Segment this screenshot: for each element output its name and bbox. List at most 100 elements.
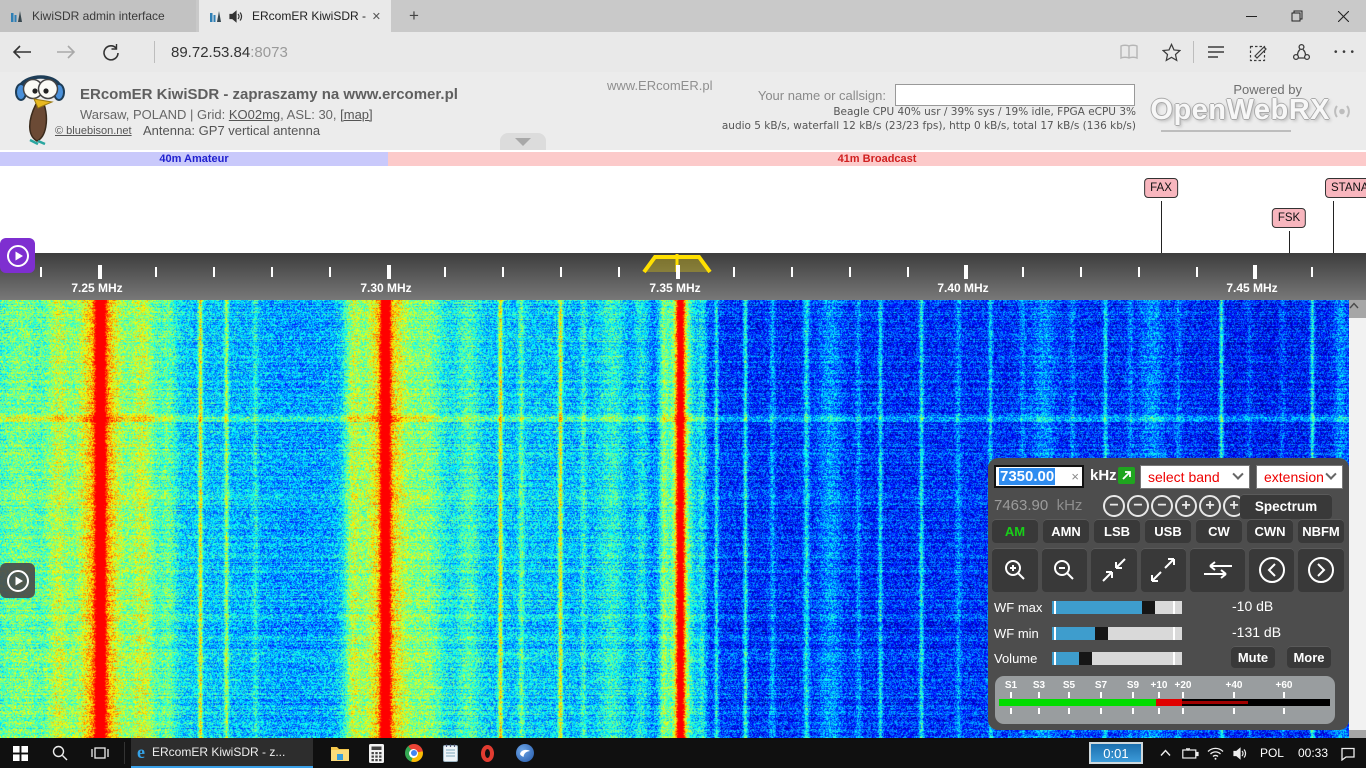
address-bar[interactable]: 89.72.53.84:8073 <box>171 44 288 61</box>
smeter-tick <box>1068 708 1070 714</box>
location-text: Warsaw, POLAND | Grid: <box>80 107 229 122</box>
audio-start-button[interactable] <box>0 238 35 273</box>
zoom-in-button[interactable] <box>992 548 1038 592</box>
favorites-star-icon[interactable] <box>1150 32 1193 72</box>
share-icon[interactable] <box>1280 32 1323 72</box>
back-icon[interactable] <box>0 32 44 72</box>
web-note-icon[interactable] <box>1237 32 1280 72</box>
scrollbar-thumb[interactable] <box>1349 318 1366 730</box>
zoom-out-button[interactable] <box>1042 548 1088 592</box>
window-minimize-button[interactable] <box>1228 0 1274 32</box>
antenna-line: Antenna: GP7 vertical antenna <box>143 123 320 138</box>
zoom-plus-icon[interactable]: + <box>1175 495 1197 517</box>
frequency-input[interactable]: 7350.00 × <box>994 465 1084 488</box>
task-label: ERcomER KiwiSDR - z... <box>152 745 285 759</box>
tab-ercomer-kiwisdr[interactable]: ERcomER KiwiSDR - ✕ <box>199 0 391 32</box>
openwebrx-logo: OpenWebRX <box>1150 94 1352 127</box>
scroll-up-icon[interactable] <box>1349 302 1366 316</box>
hub-icon[interactable] <box>1194 32 1237 72</box>
band-40m-amateur[interactable]: 40m Amateur <box>0 152 388 166</box>
frequency-tick <box>791 267 793 277</box>
callsign-input[interactable] <box>895 84 1135 106</box>
page-right-button[interactable] <box>1298 548 1344 592</box>
zoom-minus-icon[interactable]: − <box>1151 495 1173 517</box>
select-band-dropdown[interactable]: select band <box>1140 465 1250 489</box>
tab-close-icon[interactable]: ✕ <box>372 10 381 23</box>
volume-icon[interactable] <box>1228 738 1253 768</box>
wf-max-slider[interactable] <box>1052 601 1182 614</box>
mode-button-lsb[interactable]: LSB <box>1094 519 1140 543</box>
page-scrollbar[interactable] <box>1349 300 1366 738</box>
clear-frequency-icon[interactable]: × <box>1071 469 1079 484</box>
window-close-button[interactable] <box>1320 0 1366 32</box>
mute-button[interactable]: Mute <box>1231 646 1275 668</box>
notepad-icon[interactable] <box>432 738 469 768</box>
thunderbird-icon[interactable] <box>506 738 543 768</box>
grid-link[interactable]: KO02mg <box>229 107 280 122</box>
calculator-icon[interactable] <box>358 738 395 768</box>
mode-button-amn[interactable]: AMN <box>1043 519 1089 543</box>
smeter-scale-label: +10 <box>1151 680 1168 691</box>
window-restore-button[interactable] <box>1274 0 1320 32</box>
smeter-tick <box>1283 708 1285 714</box>
task-view-icon[interactable] <box>80 738 120 768</box>
recording-timer[interactable]: 0:01 <box>1089 742 1143 764</box>
band-marker[interactable]: FAX <box>1144 178 1178 198</box>
frequency-tick <box>560 267 562 277</box>
map-link[interactable]: [map] <box>340 107 373 122</box>
site-watermark: www.ERcomER.pl <box>607 78 712 93</box>
mode-button-cwn[interactable]: CWN <box>1247 519 1293 543</box>
passband-frequency-readout: 7463.90 kHz <box>994 497 1082 514</box>
wifi-icon[interactable] <box>1203 738 1228 768</box>
zoom-minus-icon[interactable]: − <box>1127 495 1149 517</box>
battery-icon[interactable] <box>1178 738 1203 768</box>
taskbar-search-icon[interactable] <box>40 738 80 768</box>
mode-button-am[interactable]: AM <box>992 519 1038 543</box>
taskbar-active-task[interactable]: e ERcomER KiwiSDR - z... <box>131 738 313 768</box>
new-tab-button[interactable]: + <box>398 0 430 32</box>
frequency-tick <box>329 267 331 277</box>
tab-kiwisdr-admin[interactable]: KiwiSDR admin interface <box>0 0 196 32</box>
extension-dropdown[interactable]: extension <box>1256 465 1343 489</box>
start-button-icon[interactable] <box>0 738 40 768</box>
zoom-out-max-button[interactable] <box>1141 548 1187 592</box>
zoom-plus-icon[interactable]: + <box>1199 495 1221 517</box>
tab-title: ERcomER KiwiSDR - <box>252 9 366 23</box>
edge-icon: e <box>137 742 145 763</box>
mode-button-usb[interactable]: USB <box>1145 519 1191 543</box>
sdr-location-line: Warsaw, POLAND | Grid: KO02mg, ASL: 30, … <box>80 107 373 122</box>
page-left-button[interactable] <box>1249 548 1295 592</box>
volume-slider[interactable] <box>1052 652 1182 665</box>
frequency-link-icon[interactable] <box>1118 467 1135 484</box>
chrome-icon[interactable] <box>395 738 432 768</box>
header-collapse-tab[interactable] <box>500 133 546 150</box>
frequency-scale[interactable]: 7.25 MHz7.30 MHz7.35 MHz7.40 MHz7.45 MHz <box>0 253 1366 300</box>
band-41m-broadcast[interactable]: 41m Broadcast <box>388 152 1366 166</box>
mode-button-cw[interactable]: CW <box>1196 519 1242 543</box>
mode-button-nbfm[interactable]: NBFM <box>1298 519 1344 543</box>
refresh-icon[interactable] <box>88 32 132 72</box>
clock[interactable]: 00:33 <box>1291 746 1335 760</box>
spectrum-shift-button[interactable] <box>1190 548 1245 592</box>
waterfall-start-button[interactable] <box>0 563 35 598</box>
frequency-tick <box>676 265 680 279</box>
bluebison-link[interactable]: © bluebison.net <box>55 125 132 137</box>
action-center-icon[interactable] <box>1335 738 1360 768</box>
zoom-minus-icon[interactable]: − <box>1103 495 1125 517</box>
smeter-tick <box>1158 692 1160 698</box>
opera-icon[interactable] <box>469 738 506 768</box>
more-options-icon[interactable]: • • • <box>1323 32 1366 72</box>
frequency-label: 7.25 MHz <box>71 281 122 295</box>
forward-icon[interactable] <box>44 32 88 72</box>
wf-min-value: -131 dB <box>1232 624 1281 640</box>
reading-view-icon[interactable] <box>1107 32 1150 72</box>
language-indicator[interactable]: POL <box>1253 746 1291 760</box>
zoom-to-band-button[interactable] <box>1091 548 1137 592</box>
more-button[interactable]: More <box>1287 646 1331 668</box>
wf-min-slider[interactable] <box>1052 627 1182 640</box>
band-marker[interactable]: FSK <box>1272 208 1306 228</box>
tray-expand-icon[interactable] <box>1153 738 1178 768</box>
file-explorer-icon[interactable] <box>321 738 358 768</box>
spectrum-button[interactable]: Spectrum <box>1240 494 1332 519</box>
band-marker[interactable]: STANAG <box>1325 178 1366 198</box>
